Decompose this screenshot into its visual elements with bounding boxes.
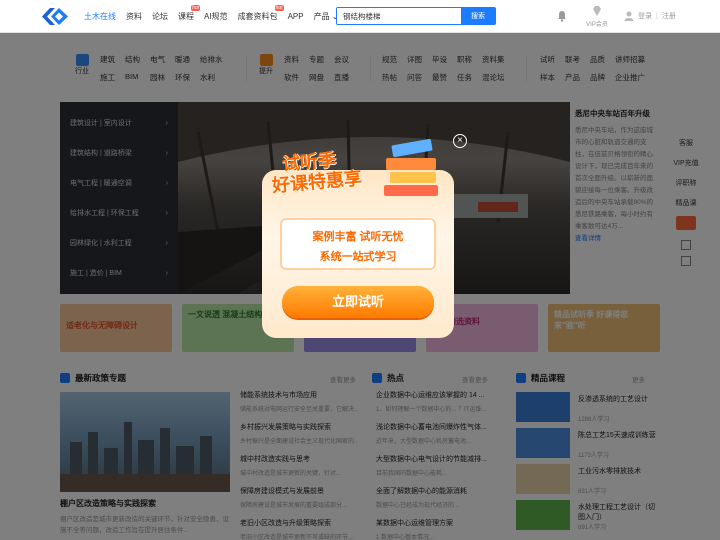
login-link[interactable]: 登录 bbox=[638, 11, 652, 21]
promo-panel-line-1: 案例丰富 试听无忧 bbox=[312, 231, 404, 243]
main-nav: 土木在线 资料 论坛 课程 hot AI规范 成套资料包 hot APP 产品 ⌄ bbox=[84, 0, 339, 33]
account-area: 登录 | 注册 bbox=[624, 11, 676, 21]
nav-courses[interactable]: 课程 hot bbox=[178, 5, 200, 22]
nav-courses-label: 课程 bbox=[178, 12, 194, 21]
bell-icon[interactable] bbox=[556, 10, 568, 22]
search-button[interactable]: 搜索 bbox=[461, 8, 495, 24]
register-link[interactable]: 注册 bbox=[662, 11, 676, 21]
vip-entry[interactable]: VIP会员 bbox=[584, 5, 610, 28]
user-icon bbox=[624, 11, 634, 21]
nav-ai-spec[interactable]: AI规范 bbox=[204, 11, 228, 22]
site-logo-icon[interactable] bbox=[42, 8, 68, 25]
nav-resources[interactable]: 资料 bbox=[126, 11, 142, 22]
nav-resource-pack-label: 成套资料包 bbox=[237, 12, 278, 21]
top-navigation-bar: 土木在线 资料 论坛 课程 hot AI规范 成套资料包 hot APP 产品 ⌄ … bbox=[0, 0, 720, 33]
promo-modal: 案例丰富 试听无忧 系统一站式学习 立即试听 试听季 好课特惠享 × bbox=[262, 132, 467, 338]
hot-badge: hot bbox=[191, 5, 200, 11]
vip-label: VIP会员 bbox=[586, 22, 608, 28]
close-icon[interactable]: × bbox=[453, 134, 467, 148]
vip-diamond-icon bbox=[593, 6, 601, 16]
promo-panel-line-2: 系统一站式学习 bbox=[319, 251, 397, 263]
divider: | bbox=[656, 12, 658, 20]
nav-forum[interactable]: 论坛 bbox=[152, 11, 168, 22]
hot-badge: hot bbox=[274, 5, 284, 11]
promo-modal-panel: 案例丰富 试听无忧 系统一站式学习 bbox=[280, 218, 436, 270]
nav-products[interactable]: 产品 ⌄ bbox=[314, 11, 339, 22]
nav-app[interactable]: APP bbox=[288, 12, 304, 21]
try-now-button[interactable]: 立即试听 bbox=[282, 286, 434, 318]
nav-resource-pack[interactable]: 成套资料包 hot bbox=[237, 5, 284, 22]
search-box: 搜索 bbox=[336, 7, 496, 25]
books-icon bbox=[384, 138, 438, 196]
search-input[interactable] bbox=[337, 8, 461, 24]
nav-home[interactable]: 土木在线 bbox=[84, 11, 116, 22]
